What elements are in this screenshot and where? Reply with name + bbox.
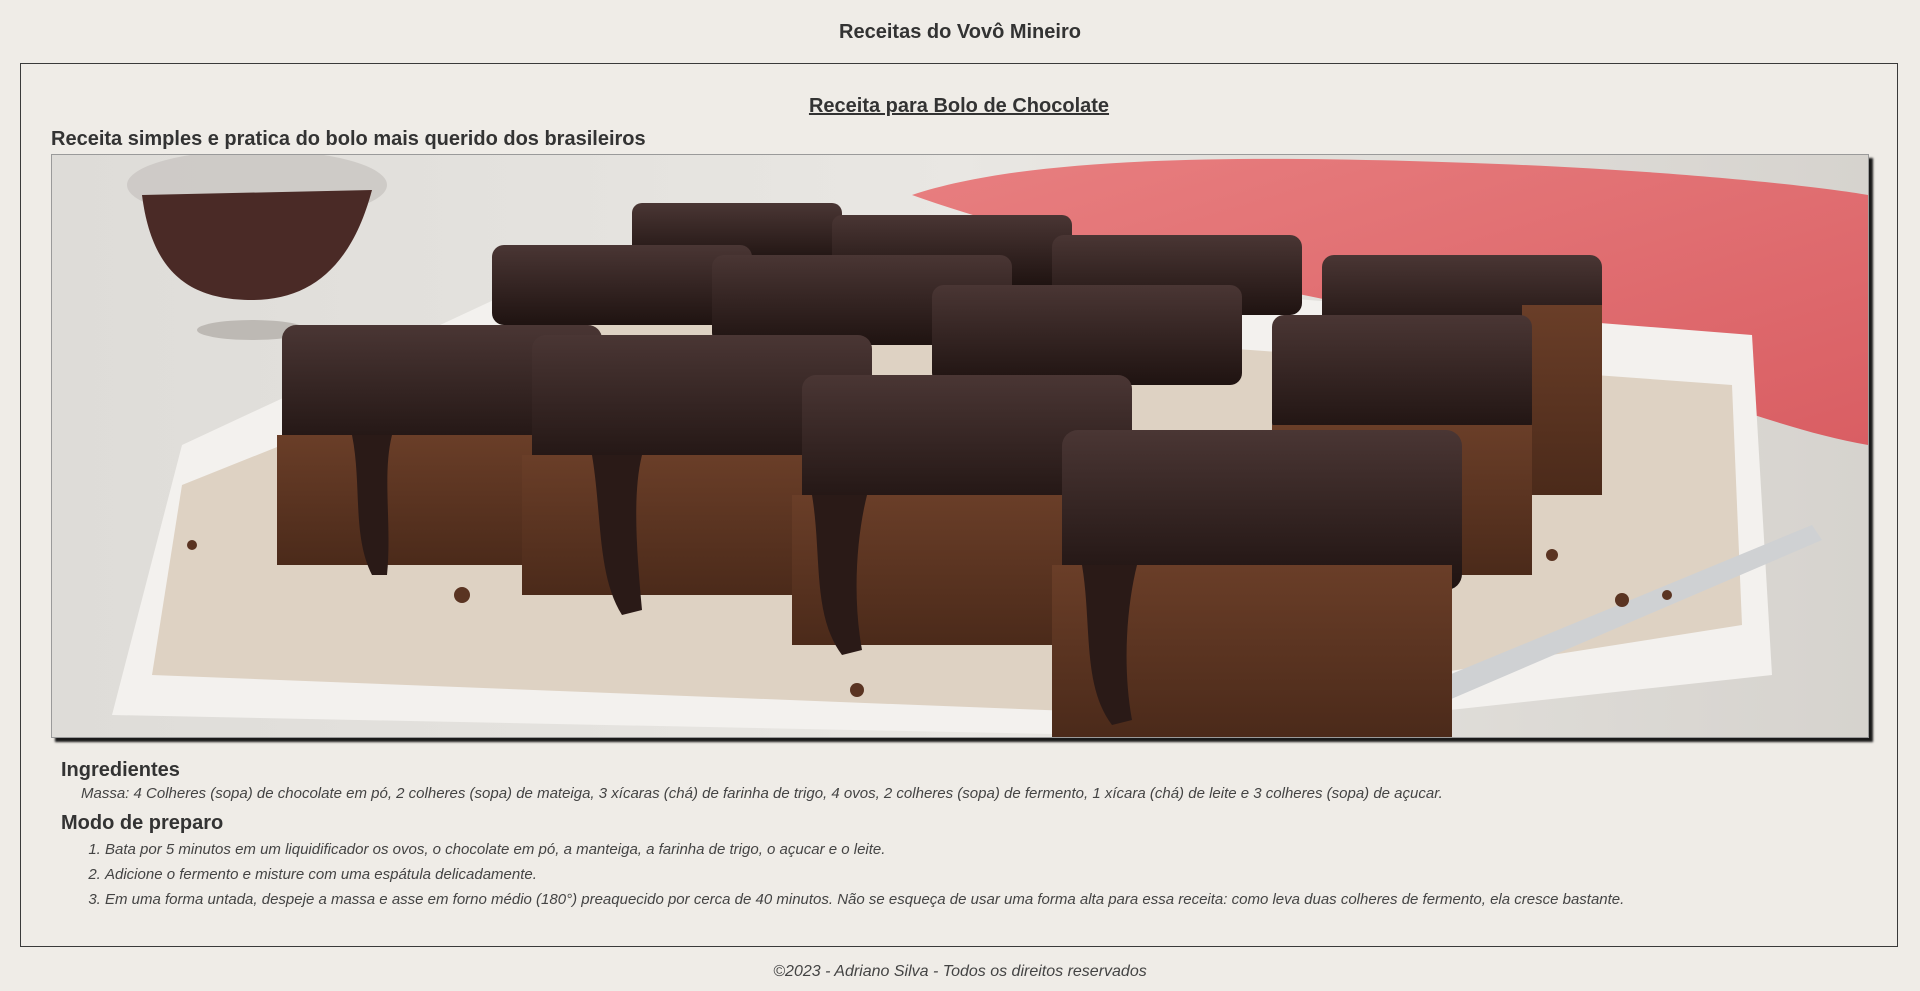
recipe-container: Receita para Bolo de Chocolate Receita s… bbox=[20, 63, 1898, 947]
recipe-subtitle: Receita simples e pratica do bolo mais q… bbox=[51, 128, 646, 150]
site-title: Receitas do Vovô Mineiro bbox=[839, 21, 1081, 43]
footer-copyright: ©2023 - Adriano Silva - Todos os direito… bbox=[773, 963, 1147, 980]
recipe-title: Receita para Bolo de Chocolate bbox=[808, 95, 1110, 117]
ingredients-text: Massa: 4 Colheres (sopa) de chocolate em… bbox=[81, 785, 1443, 802]
chocolate-cake-photo bbox=[51, 154, 1869, 738]
preparation-heading: Modo de preparo bbox=[61, 812, 224, 834]
preparation-step: Bata por 5 minutos em um liquidificador … bbox=[105, 837, 1624, 862]
preparation-step: Em uma forma untada, despeje a massa e a… bbox=[105, 887, 1624, 912]
preparation-step: Adicione o fermento e misture com uma es… bbox=[105, 862, 1624, 887]
preparation-steps: Bata por 5 minutos em um liquidificador … bbox=[81, 837, 1624, 912]
ingredients-heading: Ingredientes bbox=[61, 759, 180, 781]
